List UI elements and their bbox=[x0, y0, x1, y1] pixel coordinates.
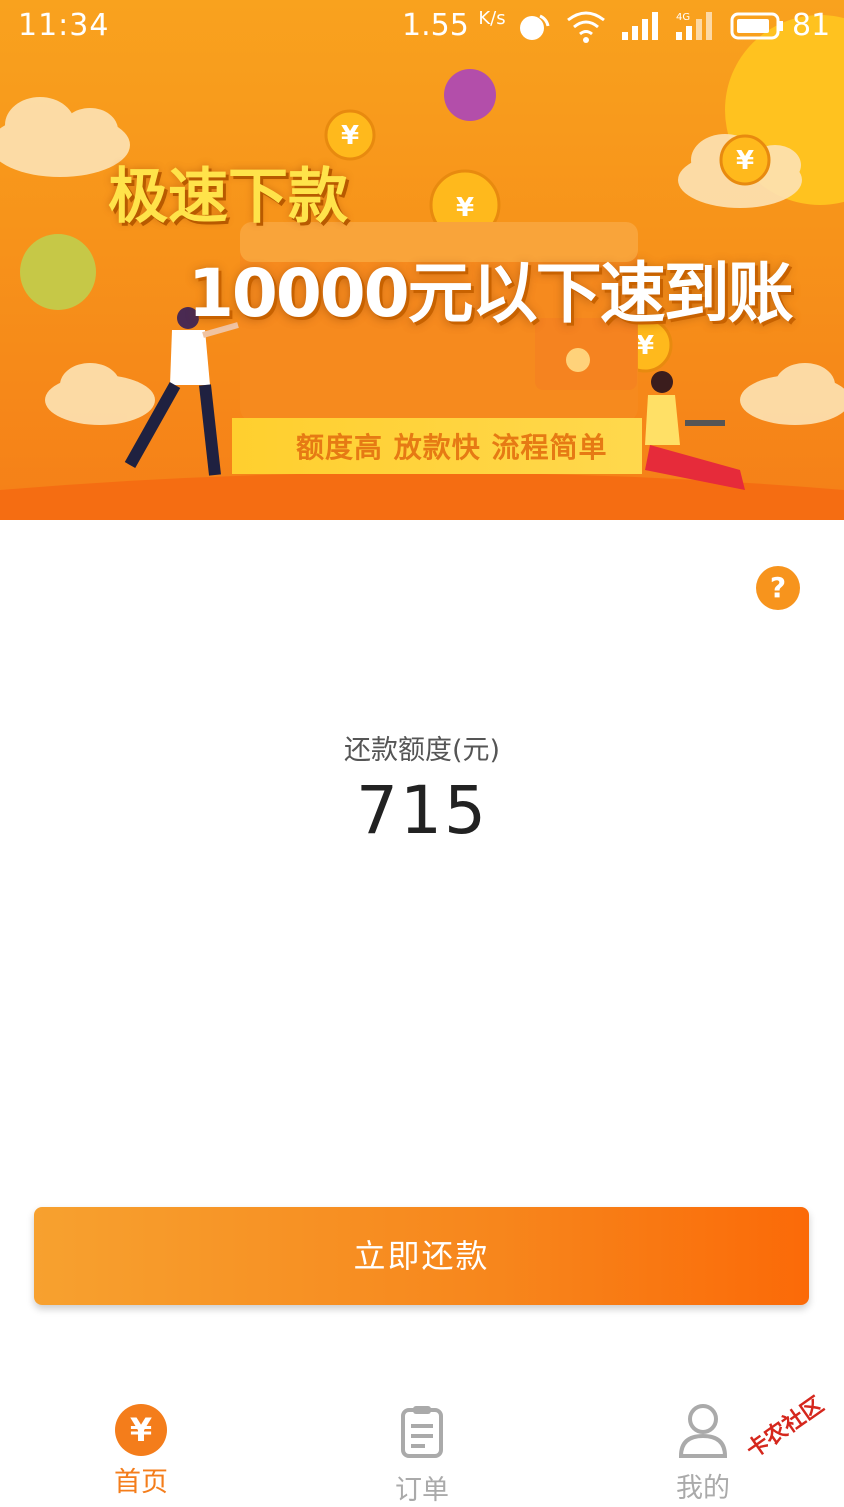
signal-4g-icon: 4G bbox=[676, 12, 712, 40]
battery-icon bbox=[730, 12, 783, 40]
tab-orders-label: 订单 bbox=[395, 1475, 449, 1506]
repayment-amount-label: 还款额度(元) bbox=[343, 735, 501, 766]
yuan-icon: ¥ bbox=[115, 1404, 167, 1456]
banner-title: 极速下款 bbox=[108, 162, 348, 232]
wifi-icon bbox=[567, 11, 605, 43]
battery-level: 81 bbox=[792, 8, 831, 43]
promo-banner[interactable]: ¥ ¥ ¥ ¥ 极速下款 10000元以下速到账 额度高 放款快 流程简单 11:34 bbox=[0, 0, 844, 520]
help-question-icon[interactable]: ? bbox=[756, 566, 800, 610]
svg-text:4G: 4G bbox=[676, 12, 690, 23]
banner-subtitle: 10000元以下速到账 bbox=[188, 255, 794, 332]
hotspot-icon bbox=[520, 14, 550, 40]
svg-text:¥: ¥ bbox=[736, 146, 754, 176]
clipboard-icon bbox=[401, 1406, 443, 1458]
banner-tagline: 额度高 放款快 流程简单 bbox=[296, 431, 608, 464]
status-time: 11:34 bbox=[18, 8, 110, 43]
signal-icon bbox=[622, 12, 658, 40]
tab-home[interactable]: ¥ 首页 bbox=[61, 1398, 221, 1499]
svg-text:¥: ¥ bbox=[456, 193, 474, 223]
repayment-amount: 715 bbox=[356, 772, 488, 849]
tab-home-label: 首页 bbox=[114, 1467, 168, 1498]
user-icon bbox=[678, 1404, 728, 1458]
repay-now-button[interactable]: 立即还款 bbox=[34, 1207, 809, 1305]
network-speed: 1.55 K/s bbox=[402, 8, 506, 43]
status-bar: 11:34 1.55 K/s 4G 81 bbox=[0, 0, 844, 54]
tab-orders[interactable]: 订单 bbox=[342, 1398, 502, 1507]
tab-profile-label: 我的 bbox=[676, 1473, 730, 1504]
svg-text:¥: ¥ bbox=[341, 121, 359, 151]
